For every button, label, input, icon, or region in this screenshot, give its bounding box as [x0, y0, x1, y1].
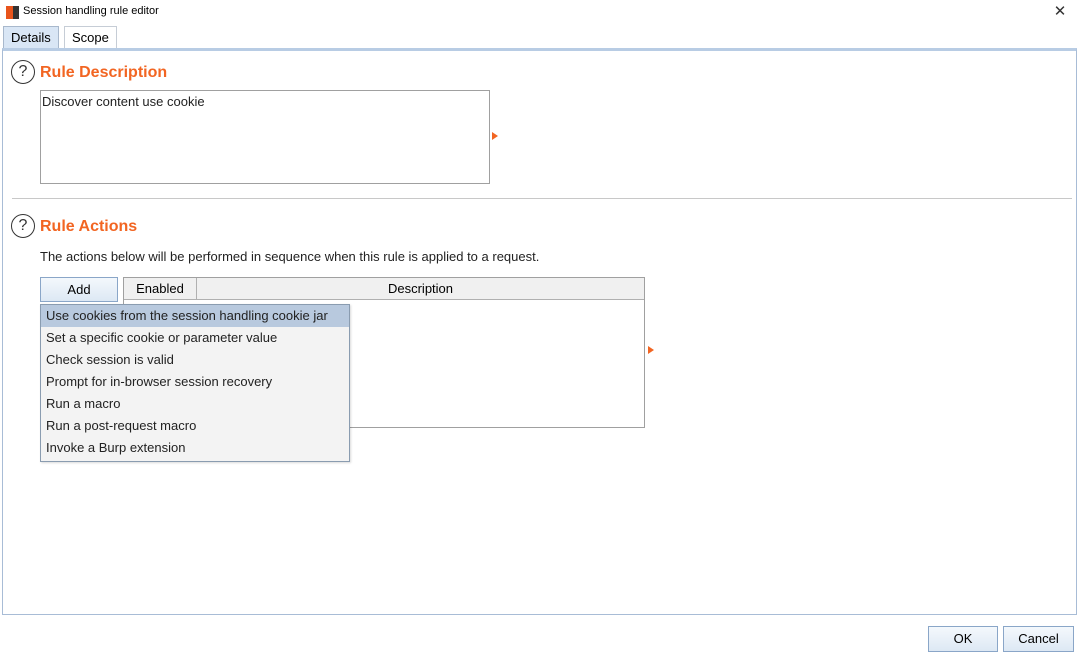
menu-item-prompt-recovery[interactable]: Prompt for in-browser session recovery: [41, 371, 349, 393]
details-panel: ? Rule Description Discover content use …: [2, 48, 1077, 615]
menu-item-run-macro[interactable]: Run a macro: [41, 393, 349, 415]
cancel-button[interactable]: Cancel: [1003, 626, 1074, 652]
rule-description-help-icon[interactable]: ?: [11, 60, 35, 84]
column-header-description[interactable]: Description: [197, 278, 644, 300]
rule-description-textarea[interactable]: Discover content use cookie: [40, 90, 490, 184]
rule-actions-title: Rule Actions: [40, 218, 138, 235]
menu-item-invoke-extension[interactable]: Invoke a Burp extension: [41, 437, 349, 459]
close-icon: ✕: [1053, 3, 1067, 20]
close-button[interactable]: ✕: [1050, 2, 1070, 22]
rule-actions-description: The actions below will be performed in s…: [40, 249, 540, 264]
ok-button[interactable]: OK: [928, 626, 998, 652]
tab-details[interactable]: Details: [3, 26, 59, 49]
tab-scope[interactable]: Scope: [64, 26, 117, 49]
column-header-enabled[interactable]: Enabled: [124, 278, 197, 300]
description-arrow-icon: [492, 132, 498, 140]
burp-app-icon: [6, 6, 19, 19]
tab-bar: Details Scope: [0, 24, 1080, 49]
add-action-button[interactable]: Add: [40, 277, 118, 302]
menu-item-use-cookies[interactable]: Use cookies from the session handling co…: [41, 305, 349, 327]
menu-item-set-cookie-param[interactable]: Set a specific cookie or parameter value: [41, 327, 349, 349]
menu-item-check-session[interactable]: Check session is valid: [41, 349, 349, 371]
section-divider: [12, 198, 1072, 199]
table-arrow-icon: [648, 346, 654, 354]
add-action-menu: Use cookies from the session handling co…: [40, 304, 350, 462]
rule-description-title: Rule Description: [40, 64, 168, 81]
menu-item-run-post-request-macro[interactable]: Run a post-request macro: [41, 415, 349, 437]
rule-actions-help-icon[interactable]: ?: [11, 214, 35, 238]
title-bar: Session handling rule editor ✕: [0, 0, 1080, 24]
window-title: Session handling rule editor: [23, 5, 159, 17]
